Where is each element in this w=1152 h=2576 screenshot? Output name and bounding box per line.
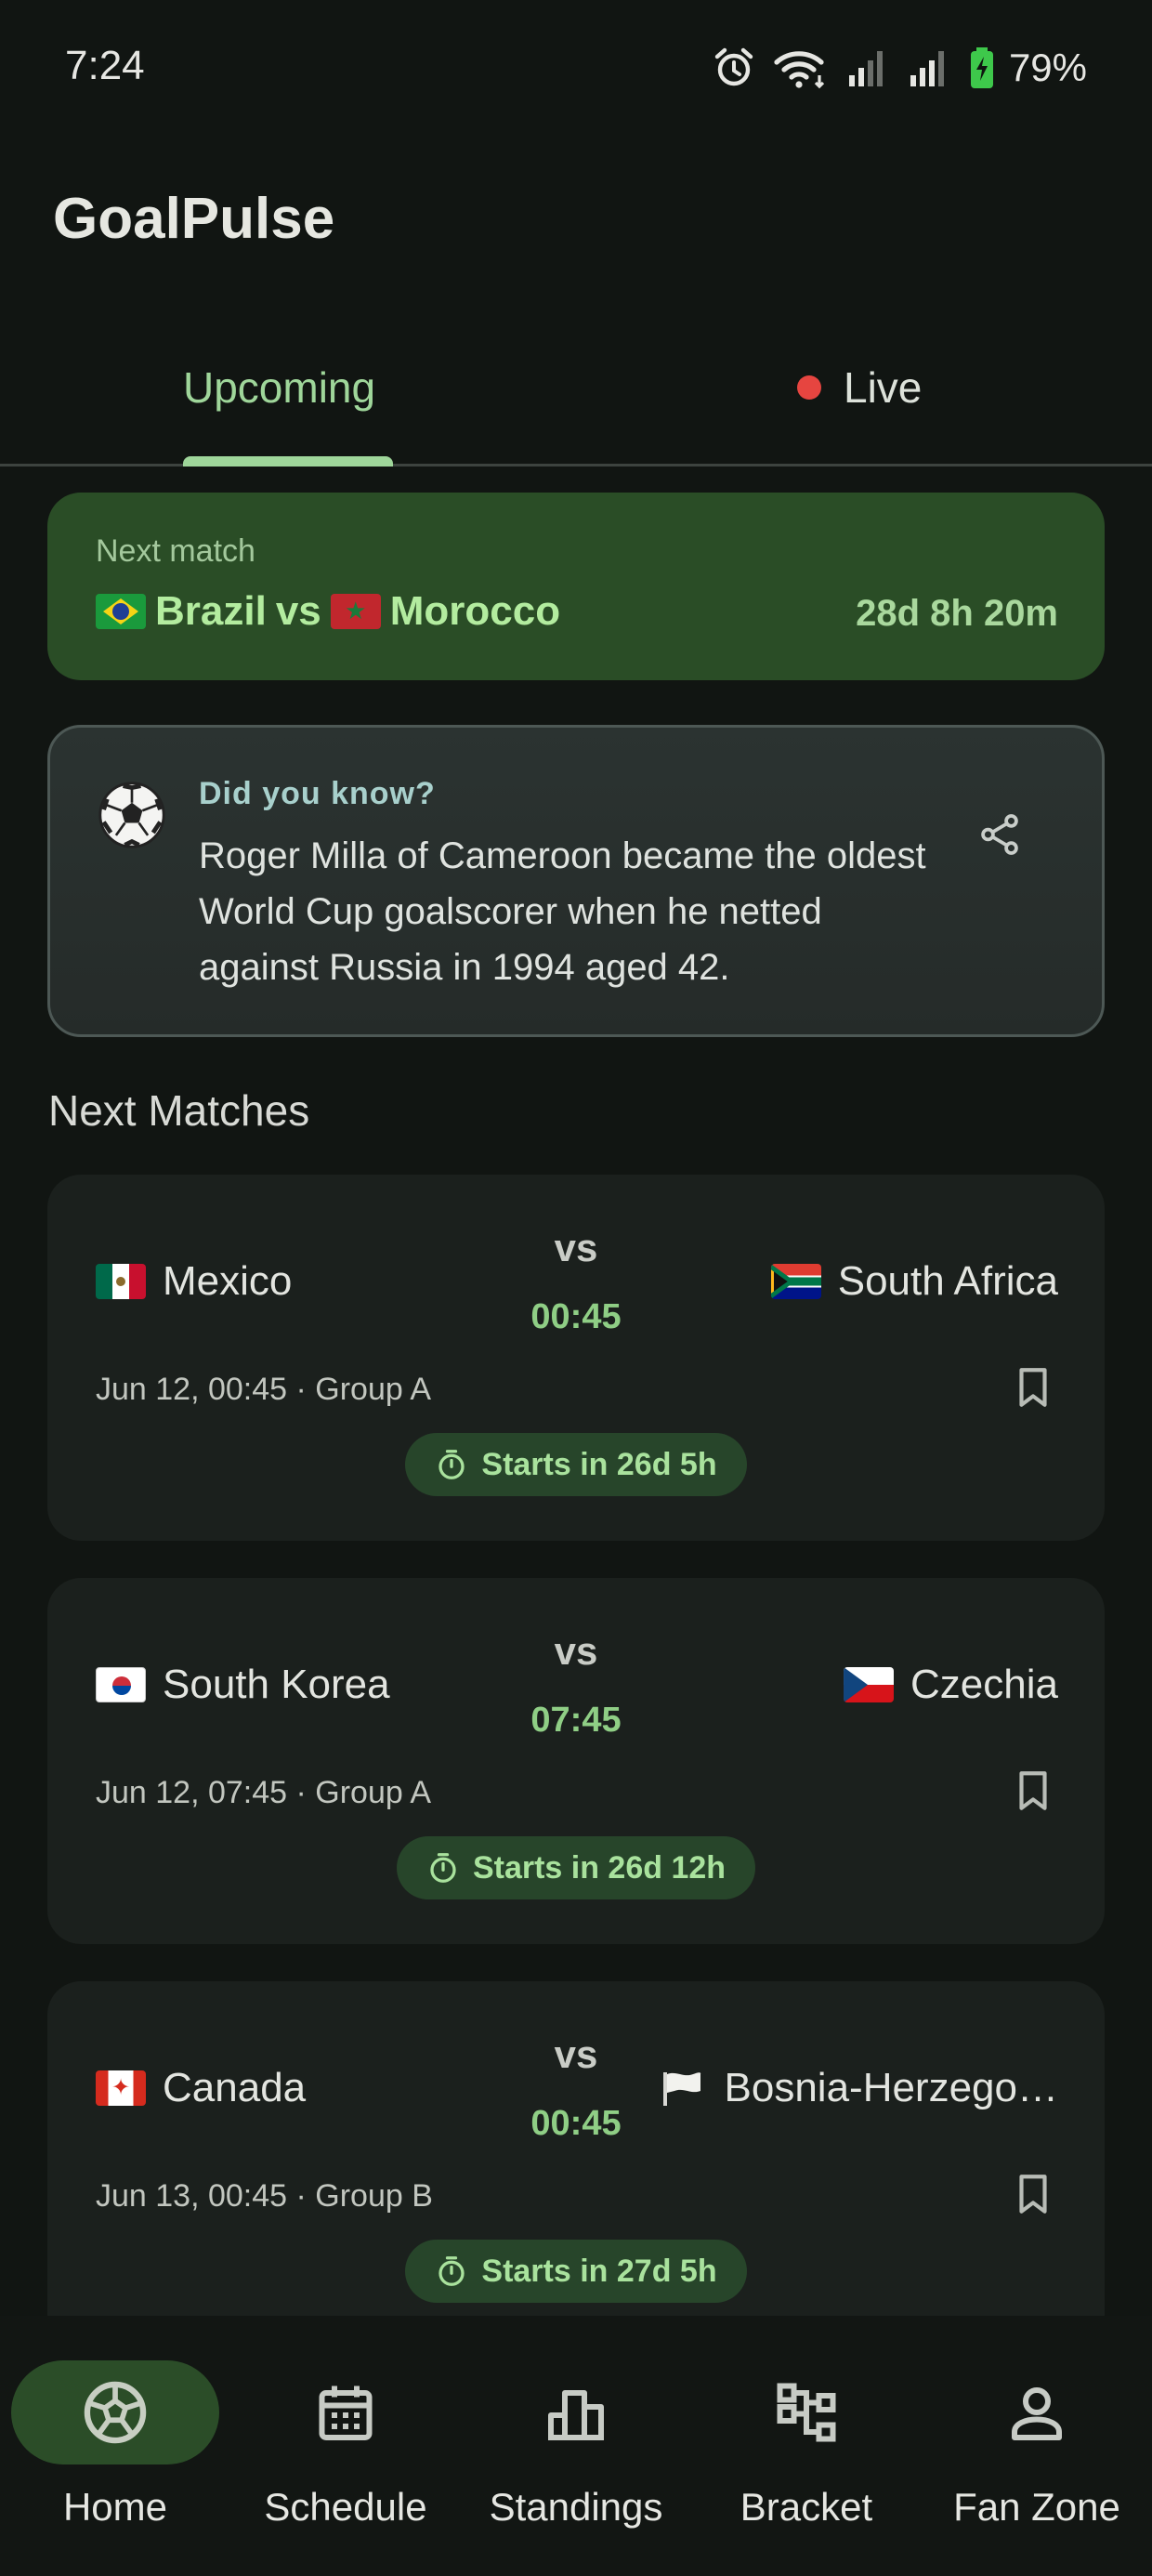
bookmark-icon[interactable] bbox=[1010, 1364, 1056, 1411]
fact-title: Did you know? bbox=[199, 776, 436, 811]
soccer-ball-icon bbox=[84, 2381, 147, 2444]
nav-fan-zone[interactable]: Fan Zone bbox=[922, 2360, 1152, 2530]
nav-schedule-label: Schedule bbox=[264, 2485, 427, 2529]
signal-icon bbox=[848, 51, 883, 86]
home-team-name: Mexico bbox=[163, 1258, 293, 1304]
match-card[interactable]: Mexico vs 00:45 South Africa Jun 12, 00:… bbox=[47, 1175, 1105, 1541]
canada-flag-icon bbox=[96, 2070, 146, 2106]
match-meta: Jun 13, 00:45 · Group B bbox=[96, 2178, 433, 2214]
home-team: Mexico bbox=[96, 1258, 292, 1305]
starts-badge: Starts in 26d 12h bbox=[396, 1836, 756, 1899]
czechia-flag-icon bbox=[844, 1667, 895, 1702]
tab-live-label: Live bbox=[844, 363, 923, 412]
section-title: Next Matches bbox=[48, 1086, 310, 1135]
bookmark-icon[interactable] bbox=[1010, 2171, 1056, 2217]
status-icons: 79% bbox=[712, 43, 1087, 93]
starts-row: Starts in 26d 12h bbox=[47, 1836, 1105, 1899]
mexico-flag-icon bbox=[96, 1264, 146, 1299]
kickoff-time: 00:45 bbox=[530, 2104, 622, 2143]
starts-text: Starts in 26d 5h bbox=[481, 1446, 717, 1482]
nav-home[interactable]: Home bbox=[0, 2360, 230, 2530]
wifi-icon bbox=[774, 51, 825, 89]
white-flag-icon bbox=[662, 2072, 700, 2106]
morocco-flag-icon bbox=[330, 594, 381, 629]
person-icon bbox=[1012, 2387, 1062, 2440]
calendar-icon bbox=[319, 2385, 373, 2440]
nav-home-label: Home bbox=[62, 2485, 168, 2529]
nav-bracket[interactable]: Bracket bbox=[691, 2360, 922, 2530]
live-dot-icon bbox=[797, 375, 821, 400]
match-meta: Jun 12, 00:45 · Group A bbox=[96, 1372, 432, 1407]
home-team-name: Canada bbox=[163, 2065, 307, 2110]
tab-indicator bbox=[183, 456, 393, 467]
nav-standings[interactable]: Standings bbox=[461, 2360, 691, 2530]
next-match-label: Next match bbox=[96, 533, 255, 569]
soccer-ball-icon bbox=[98, 782, 165, 848]
match-card[interactable]: Canada vs 00:45 Bosnia-Herzego… Jun 13, … bbox=[47, 1981, 1105, 2316]
starts-text: Starts in 26d 12h bbox=[472, 1849, 727, 1886]
nav-fan-zone-label: Fan Zone bbox=[953, 2485, 1120, 2529]
fact-card: Did you know? Roger Milla of Cameroon be… bbox=[47, 725, 1105, 1037]
away-team: South Africa bbox=[770, 1258, 1058, 1305]
signal-icon bbox=[910, 51, 944, 86]
timer-icon bbox=[439, 2256, 465, 2286]
timer-icon bbox=[430, 1853, 456, 1883]
vs-label: vs bbox=[554, 1629, 598, 1673]
bookmark-icon[interactable] bbox=[1010, 1768, 1056, 1814]
kickoff-time: 00:45 bbox=[530, 1297, 622, 1336]
match-card[interactable]: South Korea vs 07:45 Czechia Jun 12, 07:… bbox=[47, 1578, 1105, 1944]
tab-live[interactable]: Live bbox=[797, 362, 922, 413]
share-icon bbox=[981, 814, 1018, 855]
home-team: Canada bbox=[96, 2065, 306, 2111]
tab-upcoming-label: Upcoming bbox=[183, 363, 376, 412]
next-match-banner[interactable]: Next match Brazil vs Morocco 28d 8h 20m bbox=[47, 493, 1105, 680]
bottom-navigation: Home Schedule Standings Bracket Fan Zone bbox=[0, 2316, 1152, 2576]
starts-badge: Starts in 27d 5h bbox=[405, 2240, 747, 2303]
brazil-flag-icon bbox=[96, 594, 146, 629]
timer-icon bbox=[439, 1450, 465, 1479]
next-match-countdown: 28d 8h 20m bbox=[856, 593, 1058, 634]
bracket-icon bbox=[777, 2383, 836, 2442]
alarm-icon bbox=[714, 47, 753, 86]
tab-upcoming[interactable]: Upcoming bbox=[183, 362, 375, 413]
away-team-name: Czechia bbox=[910, 1662, 1058, 1707]
south-korea-flag-icon bbox=[96, 1667, 146, 1702]
tab-bar: Upcoming Live bbox=[0, 335, 1152, 467]
starts-row: Starts in 26d 5h bbox=[47, 1433, 1105, 1496]
nav-bracket-label: Bracket bbox=[740, 2485, 873, 2529]
away-team-name: South Africa bbox=[837, 1258, 1058, 1304]
south-africa-flag-icon bbox=[770, 1264, 821, 1299]
status-time: 7:24 bbox=[65, 43, 145, 88]
app-screen: 7:24 79% GoalPulse Upcoming Live Next ma… bbox=[0, 0, 1152, 2576]
starts-row: Starts in 27d 5h bbox=[47, 2240, 1105, 2303]
starts-badge: Starts in 26d 5h bbox=[405, 1433, 747, 1496]
next-match-teams: Brazil vs Morocco bbox=[96, 588, 560, 635]
nav-home-pill bbox=[11, 2360, 219, 2464]
next-match-away: Morocco bbox=[389, 588, 561, 634]
next-match-vs: vs bbox=[275, 588, 321, 634]
home-team: South Korea bbox=[96, 1662, 390, 1708]
match-meta: Jun 12, 07:45 · Group A bbox=[96, 1775, 432, 1810]
nav-schedule[interactable]: Schedule bbox=[230, 2360, 461, 2530]
vs-label: vs bbox=[554, 1226, 598, 1269]
app-title: GoalPulse bbox=[53, 187, 335, 251]
starts-text: Starts in 27d 5h bbox=[481, 2253, 717, 2289]
next-match-home: Brazil bbox=[155, 588, 267, 634]
kickoff-time: 07:45 bbox=[530, 1701, 622, 1740]
bar-chart-icon bbox=[548, 2390, 604, 2440]
away-team-name: Bosnia-Herzego… bbox=[724, 2065, 1059, 2110]
home-team-name: South Korea bbox=[163, 1662, 390, 1707]
fact-text: Roger Milla of Cameroon became the oldes… bbox=[199, 835, 926, 988]
nav-standings-label: Standings bbox=[489, 2485, 663, 2529]
battery-percent: 79% bbox=[1008, 46, 1087, 89]
status-bar: 7:24 79% bbox=[0, 0, 1152, 130]
away-team: Czechia bbox=[844, 1662, 1058, 1708]
share-button[interactable] bbox=[972, 807, 1028, 862]
match-list[interactable]: Mexico vs 00:45 South Africa Jun 12, 00:… bbox=[0, 1175, 1152, 2316]
battery-charging-icon bbox=[970, 47, 993, 88]
away-team: Bosnia-Herzego… bbox=[658, 2065, 1059, 2111]
vs-label: vs bbox=[554, 2032, 598, 2076]
